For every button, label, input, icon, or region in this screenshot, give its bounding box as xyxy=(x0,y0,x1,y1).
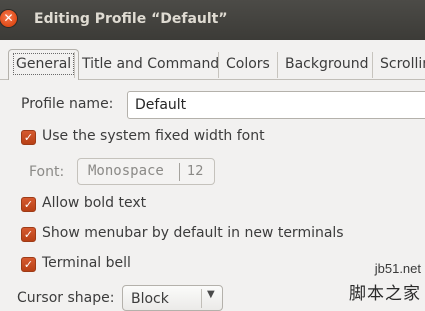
tab-separator xyxy=(277,52,278,78)
watermark: jb51.net 脚本之家 xyxy=(313,243,425,304)
tab-general[interactable]: General xyxy=(8,49,80,80)
tab-scrolling[interactable]: Scrolling xyxy=(376,50,425,78)
tab-title-and-command-label: Title and Command xyxy=(82,56,220,72)
tab-background-label: Background xyxy=(285,56,369,72)
font-name: Monospace xyxy=(88,163,164,179)
show-menubar-checkbox[interactable]: ✓ xyxy=(21,227,36,242)
cursor-shape-select[interactable]: Block ▼ xyxy=(122,285,223,311)
cursor-shape-value: Block xyxy=(131,291,169,307)
font-chooser-button[interactable]: Monospace 12 xyxy=(77,158,215,185)
chevron-down-icon: ▼ xyxy=(207,289,215,300)
tab-separator xyxy=(218,52,219,78)
font-size: 12 xyxy=(187,164,204,179)
terminal-bell-checkbox[interactable]: ✓ xyxy=(21,257,36,272)
use-system-font-checkbox[interactable]: ✓ xyxy=(21,130,36,145)
watermark-url: jb51.net xyxy=(374,261,421,276)
tab-general-label: General xyxy=(13,53,75,75)
tab-separator xyxy=(372,52,373,78)
tab-colors[interactable]: Colors xyxy=(222,50,274,78)
title-bar: ✕ Editing Profile “Default” xyxy=(0,0,425,40)
use-system-font-label: Use the system fixed width font xyxy=(42,128,265,144)
allow-bold-label: Allow bold text xyxy=(42,195,147,211)
tab-scrolling-label: Scrolling xyxy=(380,56,425,72)
tab-separator xyxy=(74,52,75,78)
tab-title-and-command[interactable]: Title and Command xyxy=(78,50,223,78)
terminal-bell-label: Terminal bell xyxy=(42,255,131,271)
allow-bold-checkbox[interactable]: ✓ xyxy=(21,197,36,212)
window-title: Editing Profile “Default” xyxy=(34,11,228,27)
tab-colors-label: Colors xyxy=(226,56,270,72)
close-icon[interactable]: ✕ xyxy=(0,10,17,27)
watermark-text: 脚本之家 xyxy=(349,284,421,304)
font-label: Font: xyxy=(29,164,65,180)
profile-name-input[interactable]: Default xyxy=(127,91,425,119)
show-menubar-label: Show menubar by default in new terminals xyxy=(42,225,344,241)
font-button-divider xyxy=(179,163,180,181)
combo-separator xyxy=(201,289,202,308)
tab-background[interactable]: Background xyxy=(281,50,373,78)
cursor-shape-label: Cursor shape: xyxy=(17,290,115,306)
profile-name-label: Profile name: xyxy=(21,96,114,112)
